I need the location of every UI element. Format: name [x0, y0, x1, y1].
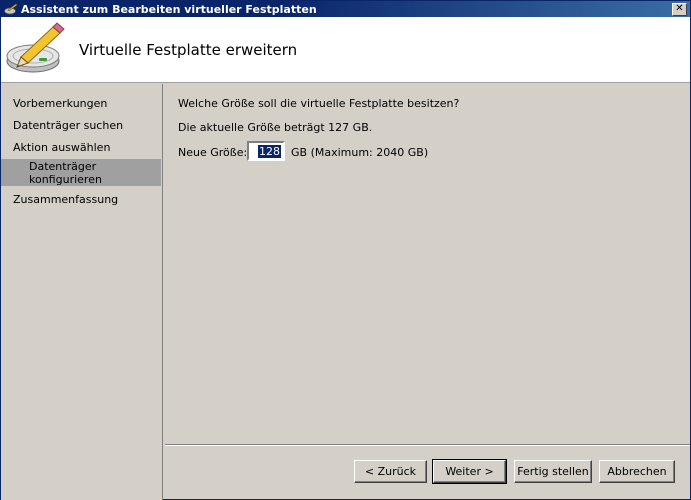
new-size-value: 128: [258, 144, 281, 158]
title-bar[interactable]: Assistent zum Bearbeiten virtueller Fest…: [1, 1, 690, 17]
window-title: Assistent zum Bearbeiten virtueller Fest…: [21, 2, 317, 16]
disk-edit-icon: [6, 22, 65, 73]
next-button-label: Weiter >: [445, 465, 494, 478]
new-size-unit: GB (Maximum: 2040 GB): [291, 146, 429, 159]
wizard-header: Virtuelle Festplatte erweitern: [1, 17, 690, 83]
new-size-input[interactable]: 128: [247, 141, 285, 161]
nav-item-datentraeger-konfigurieren[interactable]: Datenträger konfigurieren: [1, 159, 161, 186]
wizard-steps-nav: Vorbemerkungen Datenträger suchen Aktion…: [1, 84, 163, 500]
size-question: Welche Größe soll die virtuelle Festplat…: [178, 97, 460, 110]
wizard-content: Welche Größe soll die virtuelle Festplat…: [165, 84, 690, 444]
nav-item-datentraeger-suchen[interactable]: Datenträger suchen: [1, 119, 161, 132]
nav-item-label-line2: konfigurieren: [29, 173, 102, 186]
disk-edit-icon: [3, 2, 19, 16]
nav-item-label-line1: Datenträger: [29, 160, 97, 173]
new-size-label: Neue Größe:: [178, 146, 248, 159]
next-button[interactable]: Weiter >: [432, 459, 507, 484]
back-button-label: < Zurück: [364, 465, 417, 478]
finish-button-label: Fertig stellen: [517, 465, 589, 478]
current-size-text: Die aktuelle Größe beträgt 127 GB.: [178, 121, 373, 134]
nav-item-vorbemerkungen[interactable]: Vorbemerkungen: [1, 97, 161, 110]
page-title: Virtuelle Festplatte erweitern: [79, 41, 298, 59]
cancel-button-label: Abbrechen: [607, 465, 667, 478]
finish-button[interactable]: Fertig stellen: [514, 460, 592, 483]
nav-item-zusammenfassung[interactable]: Zusammenfassung: [1, 193, 161, 206]
back-button[interactable]: < Zurück: [354, 460, 427, 483]
footer-divider: [165, 444, 690, 446]
wizard-window: Assistent zum Bearbeiten virtueller Fest…: [0, 0, 691, 500]
cancel-button[interactable]: Abbrechen: [599, 460, 675, 483]
nav-item-aktion-auswaehlen[interactable]: Aktion auswählen: [1, 141, 161, 154]
close-icon: ✕: [675, 3, 684, 14]
close-button[interactable]: ✕: [672, 2, 687, 16]
